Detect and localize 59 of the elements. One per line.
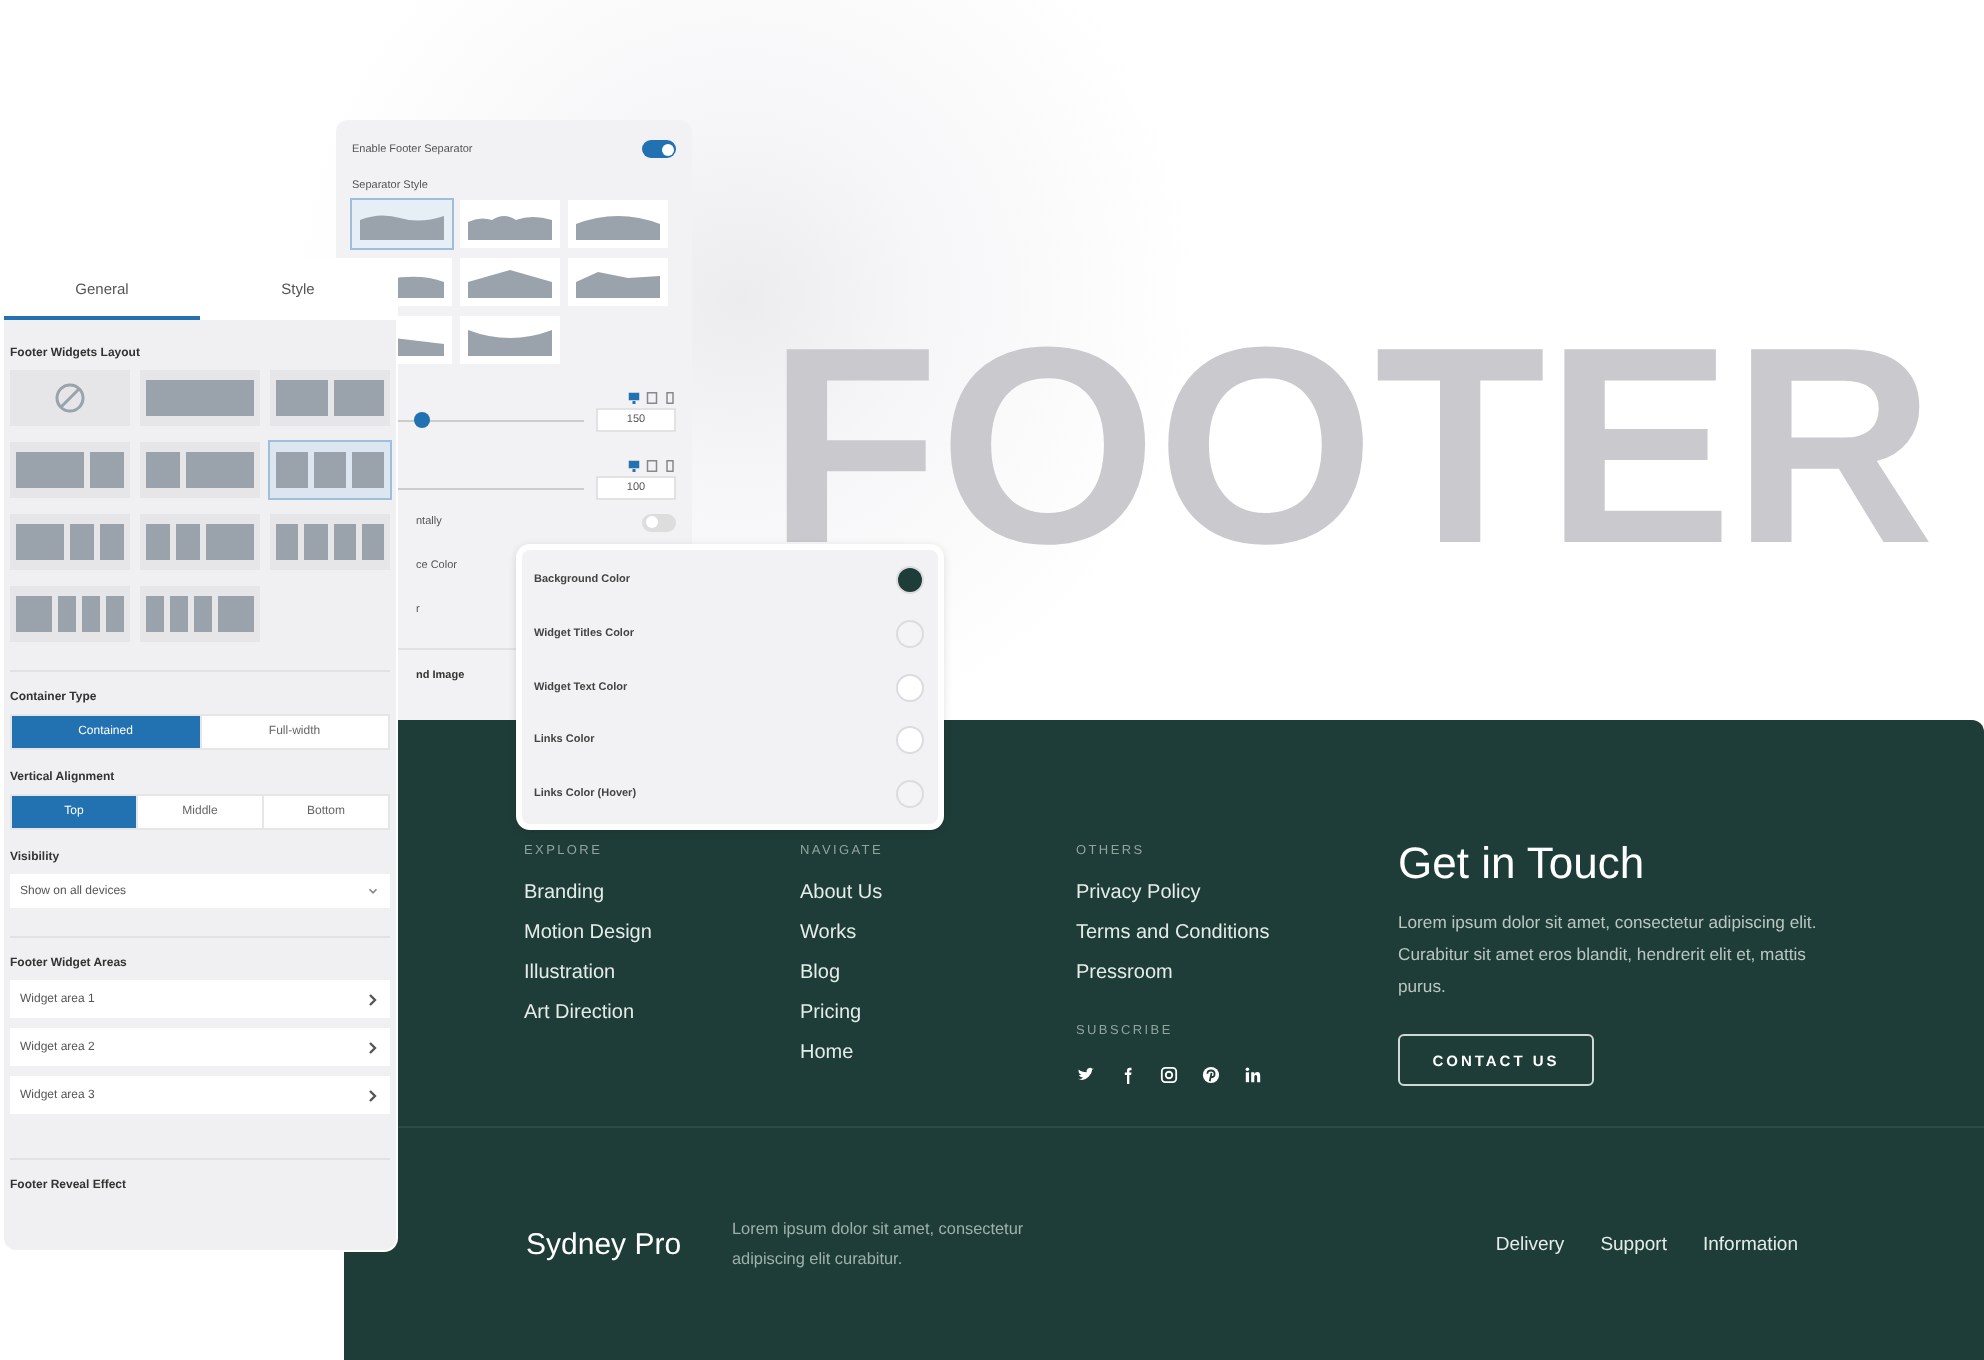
chevron-right-icon: [364, 991, 380, 1007]
chevron-right-icon: [364, 1039, 380, 1055]
layout-option[interactable]: [10, 370, 130, 426]
footer-link[interactable]: Support: [1600, 1233, 1667, 1255]
footer-link[interactable]: Illustration: [524, 962, 800, 1002]
layout-option[interactable]: [270, 442, 390, 498]
color-swatch[interactable]: [898, 675, 922, 699]
chevron-right-icon: [364, 1087, 380, 1103]
color-swatch[interactable]: [898, 568, 922, 592]
pinterest-icon[interactable]: [1202, 1066, 1220, 1084]
layout-option[interactable]: [140, 514, 260, 570]
contact-text: Lorem ipsum dolor sit amet, consectetur adipiscing elit. Curabitur sit amet eros blandit, hendrerit elit et, mattis purus.: [1398, 910, 1818, 1000]
separator-style-option[interactable]: [460, 258, 560, 306]
layout-option[interactable]: [10, 586, 130, 642]
instagram-icon[interactable]: [1160, 1066, 1178, 1084]
layout-option[interactable]: [10, 442, 130, 498]
phone-icon[interactable]: [664, 460, 676, 472]
contact-title: Get in Touch: [1398, 838, 1647, 890]
separator-style-option[interactable]: [352, 200, 452, 248]
layout-option[interactable]: [140, 442, 260, 498]
layout-option[interactable]: [140, 370, 260, 426]
footer-link[interactable]: About Us: [800, 882, 1076, 922]
color-swatch[interactable]: [898, 621, 922, 646]
chevron-down-icon: [366, 884, 380, 898]
color-swatch[interactable]: [898, 782, 922, 806]
footer-link[interactable]: Art Direction: [524, 1002, 800, 1042]
toggle-switch[interactable]: [642, 140, 676, 158]
slider-thumb[interactable]: [413, 412, 430, 428]
layout-option[interactable]: [270, 370, 390, 426]
linkedin-icon[interactable]: [1244, 1066, 1262, 1084]
brand-name: Sydney Pro: [526, 1227, 684, 1261]
footer-link[interactable]: Blog: [800, 962, 1076, 1002]
separator-style-option[interactable]: [460, 316, 560, 364]
separator-style-option[interactable]: [460, 200, 560, 248]
footer-text: Lorem ipsum dolor sit amet, consectetur adipiscing elit curabitur.: [732, 1218, 1026, 1272]
footer-link[interactable]: Information: [1702, 1233, 1798, 1255]
tablet-icon[interactable]: [646, 392, 658, 404]
footer-link[interactable]: Works: [800, 922, 1076, 962]
footer-link[interactable]: Pressroom: [1076, 962, 1398, 1002]
footer-link[interactable]: Branding: [524, 882, 800, 922]
tablet-icon[interactable]: [646, 460, 658, 472]
footer-link[interactable]: Privacy Policy: [1076, 882, 1398, 922]
phone-icon[interactable]: [664, 392, 676, 404]
layout-option[interactable]: [140, 586, 260, 642]
color-swatch[interactable]: [898, 728, 922, 753]
layout-option[interactable]: [10, 514, 130, 570]
separator-style-option[interactable]: [568, 200, 668, 248]
footer-link[interactable]: Home: [800, 1042, 1076, 1082]
prohibited-icon: [54, 382, 86, 414]
footer-link[interactable]: Motion Design: [524, 922, 800, 962]
layout-option[interactable]: [270, 514, 390, 570]
footer-link[interactable]: Delivery: [1495, 1233, 1565, 1255]
monitor-icon[interactable]: [628, 460, 640, 472]
monitor-icon[interactable]: [628, 392, 640, 404]
footer-link[interactable]: Terms and Conditions: [1076, 922, 1398, 962]
separator-style-option[interactable]: [568, 258, 668, 306]
toggle-switch[interactable]: [642, 513, 676, 531]
bird-icon[interactable]: [1076, 1066, 1094, 1084]
footer-link[interactable]: Pricing: [800, 1002, 1076, 1042]
